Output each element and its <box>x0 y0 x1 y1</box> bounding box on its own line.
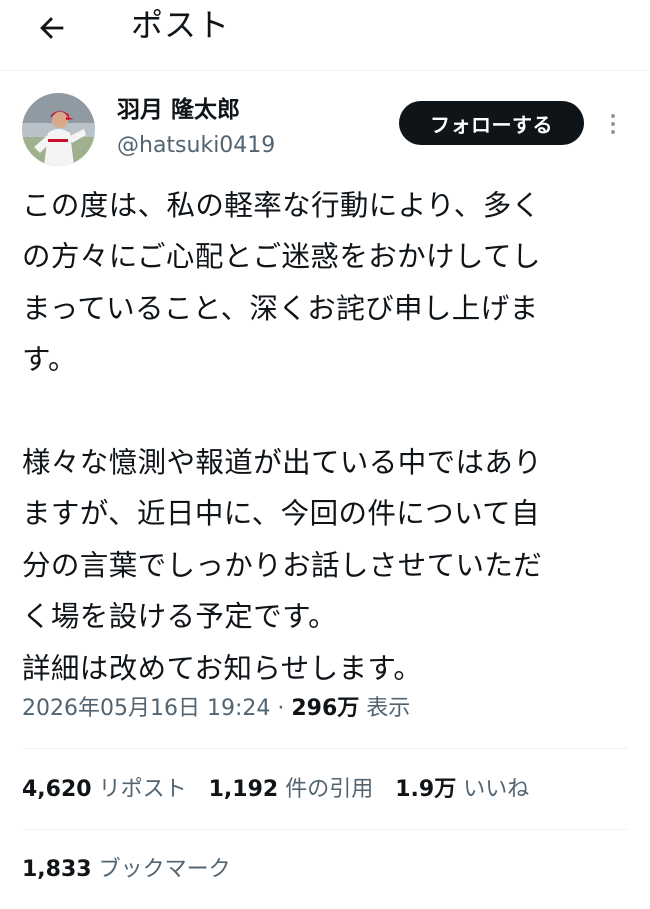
timestamp[interactable]: 2026年05月16日 19:24 <box>22 696 270 721</box>
bookmark-count: 1,833 <box>22 857 92 882</box>
page-title: ポスト <box>131 6 231 44</box>
more-dot <box>611 122 615 126</box>
tweet-line: く場を設ける予定です。 <box>22 600 338 634</box>
tweet-line: す。 <box>22 343 77 377</box>
repost-label: リポスト <box>98 777 187 802</box>
tweet-line: の方々にご心配とご迷惑をおかけしてし <box>22 240 541 274</box>
follow-button[interactable]: フォローする <box>399 101 584 145</box>
quote-stat[interactable]: 1,192 件の引用 <box>209 774 374 806</box>
quote-label: 件の引用 <box>285 777 374 802</box>
like-stat[interactable]: 1.9万 いいね <box>395 774 529 806</box>
more-dot <box>611 130 615 134</box>
tweet-line: 様々な憶測や報道が出ている中ではあり <box>22 445 543 479</box>
meta-separator: · <box>270 696 292 721</box>
bookmark-stat[interactable]: 1,833 ブックマーク <box>22 854 231 886</box>
arrow-left-icon <box>40 17 64 39</box>
baseball-player-avatar-icon <box>22 93 95 166</box>
like-label: いいね <box>463 777 530 802</box>
back-button[interactable] <box>30 6 74 50</box>
tweet-text: この度は、私の軽率な行動により、多く の方々にご心配とご迷惑をおかけしてし まっ… <box>22 180 628 694</box>
more-dot <box>611 114 615 118</box>
quote-count: 1,192 <box>208 777 279 802</box>
tweet-line: この度は、私の軽率な行動により、多く <box>22 189 541 222</box>
repost-stat[interactable]: 4,620 リポスト <box>22 774 187 806</box>
repost-count: 4,620 <box>22 777 92 802</box>
engagement-stats: 4,620 リポスト 1,192 件の引用 1.9万 いいね <box>22 774 529 806</box>
more-vertical-icon[interactable] <box>601 106 625 142</box>
tweet-line: まっていること、深くお詫び申し上げま <box>22 291 539 325</box>
author-display-name[interactable]: 羽月 隆太郎 <box>117 94 240 126</box>
top-bar: ポスト <box>0 0 650 71</box>
views-label: 表示 <box>359 696 411 721</box>
author-handle[interactable]: @hatsuki0419 <box>117 131 275 161</box>
divider <box>22 748 628 749</box>
like-count: 1.9万 <box>395 777 457 802</box>
tweet-line: ますが、近日中に、今回の件について自 <box>22 497 540 531</box>
views-count: 296万 <box>291 696 360 721</box>
bookmark-label: ブックマーク <box>98 857 231 882</box>
tweet-meta: 2026年05月16日 19:24 · 296万 表示 <box>22 693 410 725</box>
tweet-line: 分の言葉でしっかりお話しさせていただ <box>22 548 543 582</box>
avatar[interactable] <box>22 93 95 166</box>
tweet-line: 詳細は改めてお知らせします。 <box>22 651 423 685</box>
divider <box>22 829 628 830</box>
